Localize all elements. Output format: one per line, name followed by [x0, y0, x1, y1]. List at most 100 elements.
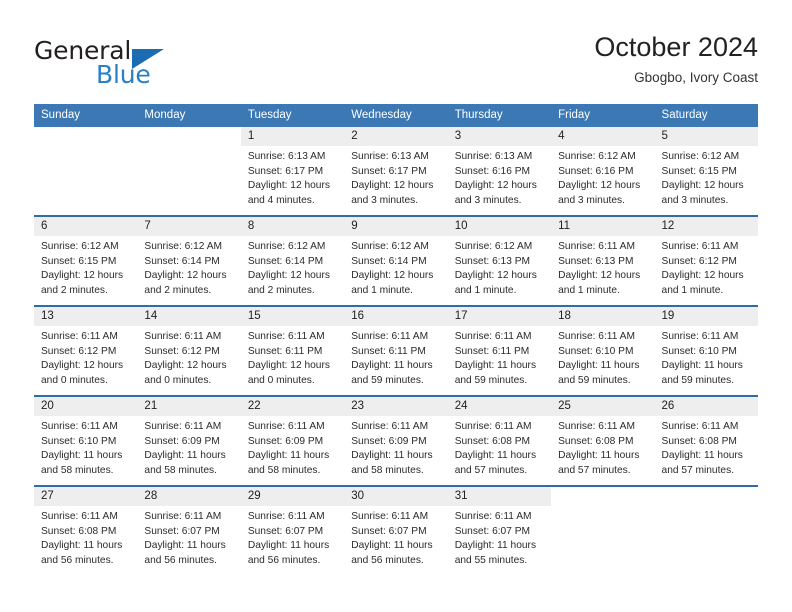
- weekday-header-sunday: Sunday: [34, 104, 138, 127]
- sunset-text: Sunset: 6:08 PM: [41, 525, 117, 537]
- sunrise-text: Sunrise: 6:11 AM: [454, 331, 532, 342]
- day-number-cell[interactable]: 19: [654, 305, 758, 326]
- day-number-cell[interactable]: 29: [240, 485, 345, 506]
- day-detail-cell: Sunrise: 6:11 AM Sunset: 6:08 PM Daylight:…: [34, 506, 138, 576]
- daylight-text: Daylight: 11 hours and 56 minutes.: [247, 540, 330, 566]
- day-number-cell[interactable]: 30: [344, 485, 448, 506]
- day-number-empty: [551, 485, 655, 506]
- day-detail-cell: Sunrise: 6:11 AM Sunset: 6:07 PM Daylight:…: [240, 506, 345, 576]
- day-detail-cell: Sunrise: 6:12 AM Sunset: 6:14 PM Daylight:…: [137, 236, 241, 306]
- day-number-empty: [34, 127, 138, 146]
- day-detail-empty: [137, 146, 241, 216]
- day-detail-cell: Sunrise: 6:12 AM Sunset: 6:15 PM Daylight:…: [654, 146, 758, 216]
- weekday-header-saturday: Saturday: [654, 104, 758, 127]
- day-number-cell[interactable]: 8: [240, 215, 345, 236]
- weekday-header-row: Sunday Monday Tuesday Wednesday Thursday…: [34, 104, 758, 127]
- daylight-text: Daylight: 11 hours and 56 minutes.: [144, 540, 226, 566]
- day-detail-cell: Sunrise: 6:11 AM Sunset: 6:11 PM Daylight:…: [344, 326, 448, 396]
- daylight-text: Daylight: 12 hours and 3 minutes.: [351, 180, 434, 206]
- day-detail-cell: Sunrise: 6:11 AM Sunset: 6:09 PM Daylight:…: [240, 416, 345, 486]
- day-detail-cell: Sunrise: 6:11 AM Sunset: 6:10 PM Daylight:…: [34, 416, 138, 486]
- day-number-cell[interactable]: 28: [137, 485, 241, 506]
- day-number-cell[interactable]: 3: [447, 127, 552, 146]
- day-number-cell[interactable]: 13: [34, 305, 138, 326]
- day-number-cell[interactable]: 25: [551, 395, 655, 416]
- day-number-cell[interactable]: 16: [344, 305, 448, 326]
- sunset-text: Sunset: 6:08 PM: [454, 435, 531, 447]
- daylight-text: Daylight: 12 hours and 4 minutes.: [247, 180, 330, 206]
- day-number-cell[interactable]: 12: [654, 215, 758, 236]
- day-detail-cell: Sunrise: 6:11 AM Sunset: 6:12 PM Daylight:…: [137, 326, 241, 396]
- day-number-cell[interactable]: 27: [34, 485, 138, 506]
- sunset-text: Sunset: 6:07 PM: [247, 525, 324, 537]
- day-detail-empty: [34, 146, 138, 216]
- day-detail-cell: Sunrise: 6:11 AM Sunset: 6:12 PM Daylight:…: [654, 236, 758, 306]
- sunset-text: Sunset: 6:15 PM: [41, 255, 117, 267]
- daylight-text: Daylight: 12 hours and 0 minutes.: [144, 360, 227, 386]
- sunset-text: Sunset: 6:09 PM: [144, 435, 220, 447]
- sunrise-text: Sunrise: 6:11 AM: [144, 421, 222, 432]
- day-detail-cell: Sunrise: 6:11 AM Sunset: 6:08 PM Daylight:…: [551, 416, 655, 486]
- week-detail-row: Sunrise: 6:13 AM Sunset: 6:17 PM Daylight:…: [34, 146, 758, 216]
- day-number-cell[interactable]: 17: [447, 305, 552, 326]
- sunrise-text: Sunrise: 6:11 AM: [41, 511, 118, 522]
- general-blue-logo[interactable]: General Blue: [34, 36, 254, 92]
- sunrise-text: Sunrise: 6:13 AM: [454, 151, 533, 162]
- day-number-cell[interactable]: 14: [137, 305, 241, 326]
- sunrise-text: Sunrise: 6:12 AM: [558, 151, 636, 162]
- daylight-text: Daylight: 11 hours and 56 minutes.: [351, 540, 433, 566]
- day-number-cell[interactable]: 2: [344, 127, 448, 146]
- sunrise-text: Sunrise: 6:11 AM: [351, 511, 429, 522]
- day-number-cell[interactable]: 6: [34, 215, 138, 236]
- sunrise-text: Sunrise: 6:11 AM: [247, 421, 325, 432]
- week-detail-row: Sunrise: 6:11 AM Sunset: 6:08 PM Daylight:…: [34, 506, 758, 576]
- daylight-text: Daylight: 12 hours and 0 minutes.: [247, 360, 330, 386]
- sunrise-text: Sunrise: 6:11 AM: [558, 241, 635, 252]
- day-detail-cell: Sunrise: 6:11 AM Sunset: 6:12 PM Daylight:…: [34, 326, 138, 396]
- calendar-weekday-header: Sunday Monday Tuesday Wednesday Thursday…: [34, 104, 758, 127]
- daylight-text: Daylight: 12 hours and 3 minutes.: [661, 180, 744, 206]
- day-detail-cell: Sunrise: 6:11 AM Sunset: 6:09 PM Daylight:…: [137, 416, 241, 486]
- day-number-cell[interactable]: 5: [654, 127, 758, 146]
- day-detail-cell: Sunrise: 6:12 AM Sunset: 6:15 PM Daylight:…: [34, 236, 138, 306]
- day-number-cell[interactable]: 22: [240, 395, 345, 416]
- day-detail-cell: Sunrise: 6:13 AM Sunset: 6:17 PM Daylight:…: [344, 146, 448, 216]
- day-detail-cell: Sunrise: 6:11 AM Sunset: 6:07 PM Daylight:…: [447, 506, 552, 576]
- day-number-cell[interactable]: 9: [344, 215, 448, 236]
- day-detail-cell: Sunrise: 6:12 AM Sunset: 6:13 PM Daylight:…: [447, 236, 552, 306]
- day-number-cell[interactable]: 4: [551, 127, 655, 146]
- day-detail-cell: Sunrise: 6:13 AM Sunset: 6:17 PM Daylight:…: [240, 146, 345, 216]
- day-detail-cell: Sunrise: 6:11 AM Sunset: 6:07 PM Daylight:…: [344, 506, 448, 576]
- day-number-cell[interactable]: 23: [344, 395, 448, 416]
- sunrise-text: Sunrise: 6:12 AM: [144, 241, 223, 252]
- day-detail-cell: Sunrise: 6:11 AM Sunset: 6:09 PM Daylight:…: [344, 416, 448, 486]
- page-title: October 2024: [594, 32, 758, 62]
- sunrise-text: Sunrise: 6:11 AM: [144, 511, 222, 522]
- sunrise-text: Sunrise: 6:12 AM: [454, 241, 533, 252]
- sunrise-text: Sunrise: 6:12 AM: [351, 241, 429, 252]
- day-number-cell[interactable]: 24: [447, 395, 552, 416]
- day-number-cell[interactable]: 26: [654, 395, 758, 416]
- day-detail-empty: [551, 506, 655, 576]
- daylight-text: Daylight: 12 hours and 0 minutes.: [41, 360, 124, 386]
- sunset-text: Sunset: 6:12 PM: [41, 345, 117, 357]
- sunrise-text: Sunrise: 6:11 AM: [558, 331, 635, 342]
- day-number-cell[interactable]: 7: [137, 215, 241, 236]
- day-number-cell[interactable]: 21: [137, 395, 241, 416]
- day-detail-cell: Sunrise: 6:12 AM Sunset: 6:14 PM Daylight:…: [344, 236, 448, 306]
- sunrise-text: Sunrise: 6:11 AM: [661, 421, 739, 432]
- sunrise-text: Sunrise: 6:11 AM: [351, 331, 429, 342]
- sunrise-text: Sunrise: 6:11 AM: [558, 421, 635, 432]
- day-number-cell[interactable]: 31: [447, 485, 552, 506]
- day-detail-cell: Sunrise: 6:11 AM Sunset: 6:08 PM Daylight:…: [447, 416, 552, 486]
- daylight-text: Daylight: 11 hours and 57 minutes.: [558, 450, 640, 476]
- day-number-cell[interactable]: 11: [551, 215, 655, 236]
- week-detail-row: Sunrise: 6:11 AM Sunset: 6:10 PM Daylight:…: [34, 416, 758, 486]
- day-number-cell[interactable]: 1: [240, 127, 345, 146]
- day-number-cell[interactable]: 15: [240, 305, 345, 326]
- day-number-cell[interactable]: 10: [447, 215, 552, 236]
- day-number-cell[interactable]: 18: [551, 305, 655, 326]
- sunset-text: Sunset: 6:07 PM: [144, 525, 220, 537]
- daylight-text: Daylight: 11 hours and 57 minutes.: [454, 450, 537, 476]
- day-number-cell[interactable]: 20: [34, 395, 138, 416]
